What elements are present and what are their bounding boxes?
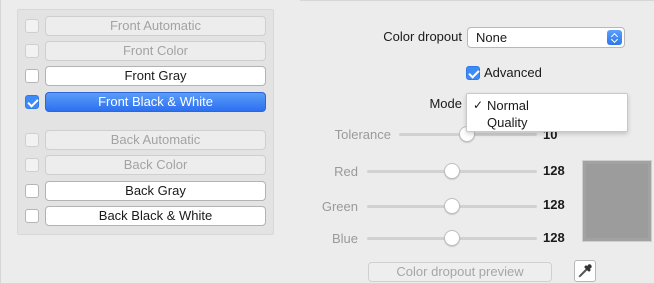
back-automatic-button[interactable]: Back Automatic [45,130,266,150]
front-gray-row: Front Gray [22,66,270,86]
back-color-button[interactable]: Back Color [45,155,266,175]
back-color-checkbox[interactable] [25,158,39,172]
back-gray-checkbox[interactable] [25,184,39,198]
front-automatic-checkbox[interactable] [25,19,39,33]
red-slider-knob[interactable] [444,163,460,179]
front-gray-checkbox[interactable] [25,69,39,83]
mode-menu: ✓ Normal Quality [466,93,628,132]
front-automatic-button[interactable]: Front Automatic [45,16,266,36]
front-color-checkbox[interactable] [25,44,39,58]
back-gray-button[interactable]: Back Gray [45,181,266,201]
mode-option-normal[interactable]: ✓ Normal [467,98,627,115]
red-value: 128 [543,163,565,178]
back-automatic-row: Back Automatic [22,130,270,150]
front-bw-button[interactable]: Front Black & White [45,92,266,112]
mode-label: Mode [429,96,462,111]
back-bw-row: Back Black & White [22,206,270,226]
front-bw-row: Front Black & White [22,92,270,112]
tolerance-label: Tolerance [334,127,391,142]
eyedropper-button[interactable] [574,260,596,282]
advanced-label[interactable]: Advanced [484,65,542,80]
mode-option-quality[interactable]: Quality [467,115,627,132]
blue-slider-knob[interactable] [444,230,460,246]
green-value: 128 [543,197,565,212]
back-automatic-checkbox[interactable] [25,133,39,147]
image-type-panel: Front Automatic Front Color Front Gray F… [17,9,274,235]
color-dropout-preview-button[interactable]: Color dropout preview [368,262,552,282]
advanced-checkbox[interactable] [466,66,480,80]
red-label: Red [334,164,358,179]
green-label: Green [321,199,358,214]
front-color-row: Front Color [22,41,270,61]
eyedropper-icon [578,264,592,278]
back-gray-row: Back Gray [22,181,270,201]
divider [300,0,654,1]
color-dropout-label: Color dropout [383,29,462,44]
back-bw-button[interactable]: Back Black & White [45,206,266,226]
popup-arrows-icon [607,30,622,45]
front-automatic-row: Front Automatic [22,16,270,36]
blue-value: 128 [543,230,565,245]
color-dropout-popup[interactable]: None [467,27,625,48]
color-swatch-fill [586,164,648,238]
back-color-row: Back Color [22,155,270,175]
back-bw-checkbox[interactable] [25,209,39,223]
checkmark-icon: ✓ [473,98,484,112]
green-slider-knob[interactable] [444,198,460,214]
front-gray-button[interactable]: Front Gray [45,66,266,86]
front-bw-checkbox[interactable] [25,95,39,109]
front-color-button[interactable]: Front Color [45,41,266,61]
color-dropout-value: None [476,30,508,45]
blue-label: Blue [331,231,358,246]
color-swatch [582,160,652,242]
